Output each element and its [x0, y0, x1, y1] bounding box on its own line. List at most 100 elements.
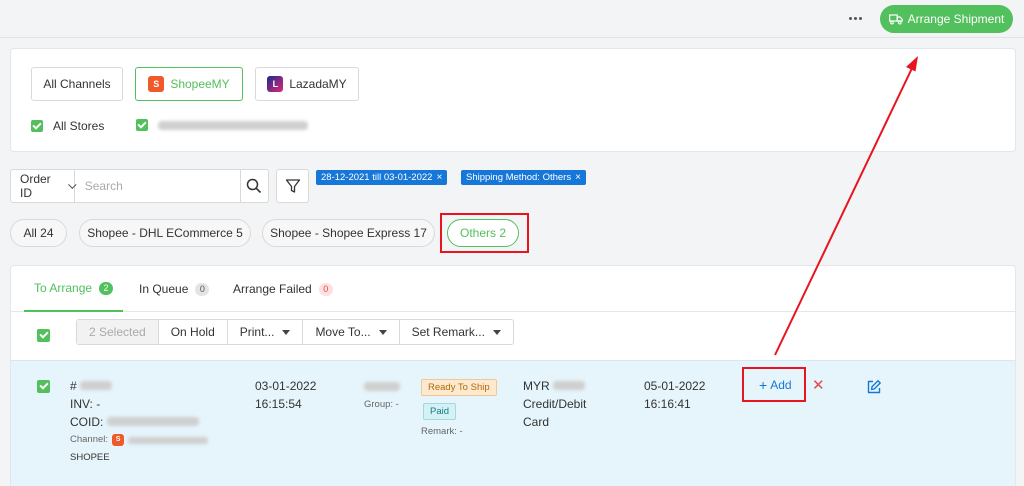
order-number-prefix: # — [70, 379, 77, 393]
tab-label: To Arrange — [34, 281, 93, 295]
print-label: Print... — [239, 325, 275, 339]
pill-label: All 24 — [23, 226, 54, 240]
tab-label: Arrange Failed — [233, 282, 312, 296]
payment-method-line2: Card — [523, 415, 550, 429]
tab-count-badge: 2 — [99, 281, 114, 295]
close-icon[interactable]: × — [436, 172, 442, 183]
search-field-label: Order ID — [20, 172, 51, 200]
coid: COID: — [70, 413, 199, 431]
order-number: # — [70, 377, 113, 395]
tag-label: Shipping Method: Others — [466, 172, 572, 183]
all-stores-checkbox[interactable]: All Stores — [31, 119, 104, 133]
order-tabs: To Arrange 2 In Queue 0 Arrange Failed 0 — [11, 266, 1015, 312]
pill-all[interactable]: All 24 — [10, 219, 67, 247]
cancel-icon[interactable]: ✕ — [812, 376, 825, 394]
channel-lazadamy-button[interactable]: L LazadaMY — [255, 67, 359, 101]
close-icon[interactable]: × — [575, 172, 581, 183]
tab-to-arrange[interactable]: To Arrange 2 — [24, 266, 124, 312]
order-group: Group: - — [364, 399, 399, 410]
payment-status-badge: Paid — [423, 403, 457, 420]
tag-label: 28-12-2021 till 03-01-2022 — [321, 172, 433, 183]
filter-icon — [285, 179, 300, 193]
dot-icon — [853, 16, 857, 20]
all-stores-label: All Stores — [53, 119, 105, 133]
selected-count: 2 Selected — [77, 320, 159, 344]
order-remark: Remark: - — [421, 426, 463, 437]
select-all-checkbox[interactable] — [37, 329, 50, 342]
shipping-method-filter-tag: Shipping Method: Others × — [461, 170, 586, 185]
shopee-logo-icon: S — [148, 76, 165, 92]
truck-icon — [888, 14, 903, 25]
order-platform: SHOPEE — [70, 452, 110, 463]
coid-label: COID: — [70, 415, 104, 429]
channel-all-button[interactable]: All Channels — [31, 67, 123, 101]
caret-down-icon — [282, 329, 291, 335]
highlight-box-others — [440, 213, 529, 253]
caret-down-icon — [492, 329, 501, 335]
status-badge: Ready To Ship — [421, 379, 497, 396]
store-checkbox[interactable] — [136, 119, 308, 131]
tab-arrange-failed[interactable]: Arrange Failed 0 — [233, 266, 333, 312]
arrange-shipment-label: Arrange Shipment — [907, 12, 1005, 26]
highlight-box-add — [742, 367, 806, 402]
channel-label: Channel: — [70, 434, 109, 445]
tab-in-queue[interactable]: In Queue 0 — [139, 266, 210, 312]
lazada-logo-icon: L — [267, 76, 284, 92]
channel-label: LazadaMY — [289, 77, 347, 91]
edit-icon[interactable] — [866, 379, 882, 395]
pill-shopee-dhl[interactable]: Shopee - DHL ECommerce 5 — [79, 219, 251, 247]
bulk-action-toolbar: 2 Selected On Hold Print... Move To... S… — [76, 319, 514, 345]
redacted-coid — [106, 417, 199, 426]
search-button[interactable] — [239, 170, 268, 202]
filter-button[interactable] — [276, 169, 309, 203]
channel-filter-card: All Channels S ShopeeMY L LazadaMY All S… — [10, 48, 1016, 152]
payment-method-line1: Credit/Debit — [523, 397, 587, 411]
on-hold-label: On Hold — [170, 325, 215, 339]
order-time: 16:15:54 — [255, 397, 302, 411]
channel-label: ShopeeMY — [170, 77, 230, 91]
tab-count-badge: 0 — [195, 282, 210, 296]
redacted-customer-name — [364, 382, 400, 391]
dot-icon — [848, 16, 852, 20]
orders-card: To Arrange 2 In Queue 0 Arrange Failed 0… — [10, 265, 1016, 486]
search-icon — [247, 178, 262, 194]
set-remark-dropdown[interactable]: Set Remark... — [400, 320, 513, 344]
tab-label: In Queue — [139, 282, 189, 296]
channel-shopeemy-button[interactable]: S ShopeeMY — [135, 67, 243, 101]
ship-by-date: 05-01-2022 — [644, 379, 706, 393]
top-bar: Arrange Shipment — [0, 0, 1024, 38]
search-field-select[interactable]: Order ID — [11, 170, 77, 202]
ship-by-time: 16:16:41 — [644, 397, 691, 411]
redacted-store-name — [158, 120, 308, 130]
redacted-order-number — [80, 381, 113, 390]
order-row-checkbox[interactable] — [37, 380, 50, 393]
move-to-label: Move To... — [315, 325, 371, 339]
on-hold-button[interactable]: On Hold — [159, 320, 228, 344]
print-dropdown[interactable]: Print... — [228, 320, 304, 344]
move-to-dropdown[interactable]: Move To... — [303, 320, 400, 344]
date-filter-tag: 28-12-2021 till 03-01-2022 × — [316, 170, 448, 185]
pill-label: Shopee - DHL ECommerce 5 — [87, 226, 243, 240]
channel-label: All Channels — [43, 77, 111, 91]
set-remark-label: Set Remark... — [411, 325, 485, 339]
redacted-store-name — [128, 436, 209, 444]
checkbox-checked-icon — [136, 119, 148, 131]
checkbox-checked-icon — [31, 120, 43, 132]
order-channel: Channel: S — [70, 431, 209, 449]
invoice-number: INV: - — [70, 397, 101, 411]
order-search-box: Order ID — [10, 169, 269, 203]
currency-label: MYR — [523, 379, 550, 393]
pill-label: Shopee - Shopee Express 17 — [270, 226, 427, 240]
pill-shopee-express[interactable]: Shopee - Shopee Express 17 — [262, 219, 435, 247]
tab-count-badge: 0 — [318, 282, 333, 296]
order-row: # INV: - COID: Channel: S SHOPEE 03-01-2… — [11, 360, 1015, 486]
redacted-amount — [553, 381, 586, 390]
more-options-button[interactable] — [842, 8, 868, 28]
order-date: 03-01-2022 — [255, 379, 317, 393]
caret-down-icon — [378, 329, 387, 335]
order-amount: MYR — [523, 377, 586, 395]
search-input[interactable] — [74, 170, 240, 202]
arrange-shipment-button[interactable]: Arrange Shipment — [880, 5, 1013, 33]
shopee-logo-icon: S — [112, 434, 125, 446]
selected-count-label: 2 Selected — [89, 325, 146, 339]
